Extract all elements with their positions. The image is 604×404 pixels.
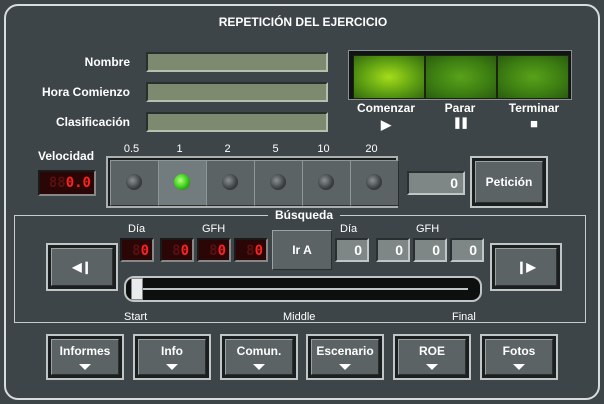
menu-informes[interactable]: Informes xyxy=(46,334,124,380)
name-label: Nombre xyxy=(84,55,130,69)
skip-back-icon: ◀❙ xyxy=(51,248,113,286)
day-led-display: 80 xyxy=(120,238,154,262)
speed-option-label: 5 xyxy=(272,143,279,155)
name-field[interactable] xyxy=(146,52,328,72)
goto-button[interactable]: Ir A xyxy=(272,230,332,270)
triangle-down-icon xyxy=(426,364,438,370)
start-time-label: Hora Comienzo xyxy=(41,85,130,99)
speed-label: Velocidad xyxy=(38,149,95,163)
start-label: Comenzar xyxy=(356,101,415,115)
start-time-field[interactable] xyxy=(146,82,328,102)
request-count: 0 xyxy=(407,171,465,195)
gfh-input[interactable]: 0 xyxy=(413,238,447,262)
window-title: REPETICIÓN DEL EJERCICIO xyxy=(215,14,391,30)
request-button[interactable]: Petición xyxy=(470,156,548,208)
day-label: Día xyxy=(128,223,146,235)
triangle-down-icon xyxy=(166,364,178,370)
speed-option-0-5[interactable] xyxy=(110,160,159,206)
classification-field[interactable] xyxy=(146,112,328,132)
speed-option-label: 1 xyxy=(176,143,183,155)
speed-display: 880.0 xyxy=(38,170,96,196)
classification-label: Clasificación xyxy=(55,115,130,129)
slider-thumb[interactable] xyxy=(131,278,143,300)
speed-option-label: 20 xyxy=(365,143,378,155)
speed-option-5[interactable] xyxy=(254,160,303,206)
speed-option-label: 2 xyxy=(224,143,231,155)
menu-info[interactable]: Info xyxy=(133,334,211,380)
speed-option-2[interactable] xyxy=(206,160,255,206)
gfh-led-display: 80 xyxy=(160,238,194,262)
indicator-light-icon xyxy=(270,174,286,190)
day-input[interactable]: 0 xyxy=(335,238,369,262)
skip-forward-icon: ❙▶ xyxy=(495,248,557,286)
indicator-light-icon xyxy=(222,174,238,190)
menu-roe[interactable]: ROE xyxy=(393,334,471,380)
pause-icon: ❚❚ xyxy=(452,117,469,129)
indicator-light-on-icon xyxy=(174,174,190,190)
search-title: Búsqueda xyxy=(268,208,340,223)
speed-option-10[interactable] xyxy=(302,160,351,206)
speed-option-label: 10 xyxy=(317,143,330,155)
slider-middle-label: Middle xyxy=(283,311,316,323)
menu-comun[interactable]: Comun. xyxy=(220,334,298,380)
next-button[interactable]: ❙▶ xyxy=(490,243,562,291)
triangle-down-icon xyxy=(513,364,525,370)
speed-selector xyxy=(106,156,399,208)
speed-option-label: 0.5 xyxy=(123,143,140,155)
stop-button[interactable] xyxy=(425,55,497,99)
slider-start-label: Start xyxy=(124,311,148,323)
triangle-down-icon xyxy=(253,364,265,370)
indicator-light-icon xyxy=(366,174,382,190)
end-label: Terminar xyxy=(508,101,560,115)
stop-label: Parar xyxy=(444,101,476,115)
play-icon: ▶ xyxy=(381,117,391,132)
end-button[interactable] xyxy=(497,55,569,99)
triangle-down-icon xyxy=(339,364,351,370)
indicator-light-icon xyxy=(318,174,334,190)
stop-square-icon: ■ xyxy=(530,116,538,131)
prev-button[interactable]: ◀❙ xyxy=(46,243,118,291)
triangle-down-icon xyxy=(79,364,91,370)
gfh-label: GFH xyxy=(202,223,226,235)
slider-rail xyxy=(138,288,468,290)
gfh-label: GFH xyxy=(416,223,440,235)
menu-escenario[interactable]: Escenario xyxy=(306,334,384,380)
gfh-input[interactable]: 0 xyxy=(376,238,410,262)
gfh-input[interactable]: 0 xyxy=(450,238,484,262)
playback-panel xyxy=(348,50,572,100)
speed-option-1[interactable] xyxy=(158,160,207,206)
day-label: Día xyxy=(340,223,358,235)
speed-option-20[interactable] xyxy=(350,160,399,206)
gfh-led-display: 80 xyxy=(234,238,268,262)
start-button[interactable] xyxy=(353,55,425,99)
menu-fotos[interactable]: Fotos xyxy=(480,334,558,380)
indicator-light-icon xyxy=(126,174,142,190)
gfh-led-display: 80 xyxy=(197,238,231,262)
slider-end-label: Final xyxy=(452,311,476,323)
